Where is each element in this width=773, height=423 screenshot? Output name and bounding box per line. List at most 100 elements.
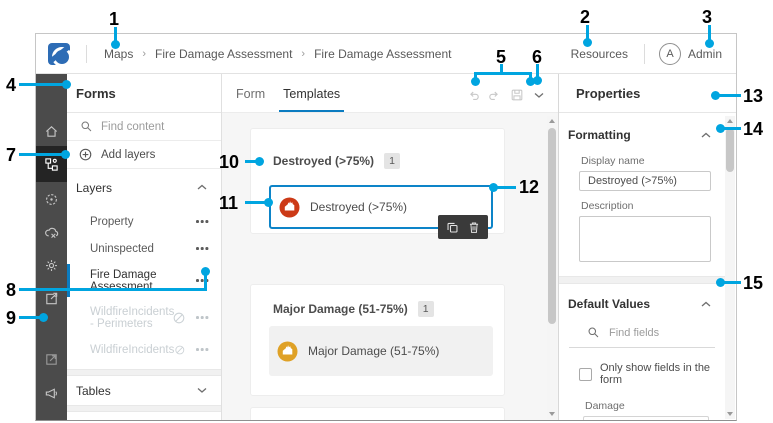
callout-dot xyxy=(705,39,714,48)
layer-options-icon[interactable] xyxy=(196,247,209,250)
forms-panel: Forms Find content Add layers Layers Pro… xyxy=(67,74,222,420)
formatting-section-header[interactable]: Formatting xyxy=(559,113,725,149)
app-body: Forms Find content Add layers Layers Pro… xyxy=(36,74,736,420)
editor-panel: Form Templates Destroyed (>75%) 1 Destro… xyxy=(222,74,558,420)
layers-section-header[interactable]: Layers xyxy=(67,173,221,202)
scroll-down-icon[interactable] xyxy=(725,409,735,419)
scrollbar-thumb[interactable] xyxy=(548,128,556,324)
formatting-label: Formatting xyxy=(568,128,631,142)
find-fields-search[interactable]: Find fields xyxy=(569,318,715,348)
redo-icon[interactable] xyxy=(487,89,501,102)
callout-dot xyxy=(39,313,48,322)
properties-scrollbar[interactable] xyxy=(725,116,735,419)
find-content-placeholder: Find content xyxy=(101,120,165,133)
scroll-up-icon[interactable] xyxy=(547,116,557,126)
offline-icon[interactable] xyxy=(36,217,67,247)
layer-options-icon[interactable] xyxy=(196,316,209,319)
callout-line xyxy=(496,186,516,189)
duplicate-icon[interactable] xyxy=(446,221,459,234)
callout-line xyxy=(19,288,207,291)
add-layers-label: Add layers xyxy=(101,148,156,161)
default-values-label: Default Values xyxy=(568,297,651,311)
breadcrumb-form-name: Fire Damage Assessment xyxy=(314,46,452,61)
template-group-major: Major Damage (51-75%) 1 Major Damage (51… xyxy=(250,284,505,396)
layer-item-wildfire-perimeters[interactable]: WildfireIncidents - Perimeters xyxy=(67,299,221,336)
callout-line xyxy=(19,153,63,156)
group-title: Major Damage (51-75%) xyxy=(273,302,408,316)
scroll-down-icon[interactable] xyxy=(547,409,557,419)
callout-line xyxy=(723,281,741,284)
display-name-input[interactable]: Destroyed (>75%) xyxy=(579,171,711,191)
template-item-major[interactable]: Major Damage (51-75%) xyxy=(269,326,493,376)
description-label: Description xyxy=(581,200,634,212)
display-name-label: Display name xyxy=(581,155,645,167)
home-icon[interactable] xyxy=(36,116,67,146)
avatar[interactable]: A xyxy=(658,42,681,65)
header-divider xyxy=(643,43,645,64)
callout-line xyxy=(19,316,41,319)
callout-line xyxy=(718,94,741,97)
find-content-search[interactable]: Find content xyxy=(67,113,221,141)
callout-number: 12 xyxy=(519,177,540,197)
tab-templates[interactable]: Templates xyxy=(279,87,345,112)
esri-logo-icon xyxy=(48,42,72,67)
resources-link[interactable]: Resources xyxy=(571,47,628,61)
layer-item-fire-damage-assessment[interactable]: Fire Damage Assessment xyxy=(67,262,221,299)
description-input[interactable] xyxy=(579,216,711,262)
basemap-section-label: Basemap xyxy=(76,420,127,421)
tables-section-label: Tables xyxy=(76,383,111,398)
callout-dot xyxy=(61,150,70,159)
delete-trash-icon[interactable] xyxy=(468,221,480,234)
breadcrumb-map-name[interactable]: Fire Damage Assessment xyxy=(155,47,292,61)
scroll-up-icon[interactable] xyxy=(725,116,735,126)
callout-number: 1 xyxy=(109,9,120,29)
callout-dot xyxy=(264,198,273,207)
tab-form[interactable]: Form xyxy=(232,87,269,112)
chevron-down-icon xyxy=(197,388,207,393)
template-group-moderate: Moderate Damage (26-50%) 1 Moderate Dama… xyxy=(250,407,505,420)
settings-gear-icon[interactable] xyxy=(36,250,67,280)
callout-line xyxy=(723,127,741,130)
section-divider xyxy=(67,405,221,412)
default-values-section-header[interactable]: Default Values xyxy=(559,284,725,318)
layer-label: Property xyxy=(90,215,134,228)
save-menu-chevron-icon[interactable] xyxy=(534,92,544,99)
breadcrumb: Maps › Fire Damage Assessment › Fire Dam… xyxy=(104,47,451,61)
callout-dot xyxy=(201,267,210,276)
undo-icon[interactable] xyxy=(467,89,481,102)
section-divider xyxy=(67,369,221,376)
geofence-icon[interactable] xyxy=(36,184,67,214)
chevron-up-icon xyxy=(197,184,207,190)
open-map-viewer-icon[interactable] xyxy=(36,344,67,374)
save-icon[interactable] xyxy=(510,88,524,102)
templates-list: Destroyed (>75%) 1 Destroyed (>75%) Majo… xyxy=(222,113,547,420)
basemap-section-header[interactable]: Basemap xyxy=(67,412,221,421)
only-show-fields-checkbox[interactable] xyxy=(579,367,592,381)
layer-label: Uninspected xyxy=(90,242,154,255)
layer-item-uninspected[interactable]: Uninspected xyxy=(67,235,221,262)
editor-scrollbar[interactable] xyxy=(547,116,557,419)
add-layers-button[interactable]: Add layers xyxy=(67,141,221,169)
layer-options-icon[interactable] xyxy=(196,348,209,351)
layer-item-property[interactable]: Property xyxy=(67,208,221,235)
forms-panel-title: Forms xyxy=(67,74,221,113)
app-header: Maps › Fire Damage Assessment › Fire Dam… xyxy=(36,34,736,74)
layer-options-icon[interactable] xyxy=(196,220,209,223)
callout-number: 8 xyxy=(6,280,17,300)
damage-field-input[interactable]: Destroyed (>75%) xyxy=(583,416,709,420)
callout-number: 13 xyxy=(743,86,764,106)
user-menu[interactable]: Admin xyxy=(688,47,722,61)
scrollbar-thumb[interactable] xyxy=(726,128,734,172)
tables-section-header[interactable]: Tables xyxy=(67,376,221,405)
chevron-up-icon xyxy=(701,301,711,306)
section-divider xyxy=(559,276,725,284)
layer-item-wildfire-incidents[interactable]: WildfireIncidents xyxy=(67,336,221,363)
callout-number: 10 xyxy=(219,152,240,172)
layer-options-icon[interactable] xyxy=(196,279,209,282)
feedback-icon[interactable] xyxy=(36,378,67,408)
breadcrumb-maps[interactable]: Maps xyxy=(104,47,133,61)
callout-number: 15 xyxy=(743,273,764,293)
editor-tabbar: Form Templates xyxy=(222,74,558,113)
major-damage-symbol-icon xyxy=(277,341,298,361)
callout-dot xyxy=(533,76,542,85)
